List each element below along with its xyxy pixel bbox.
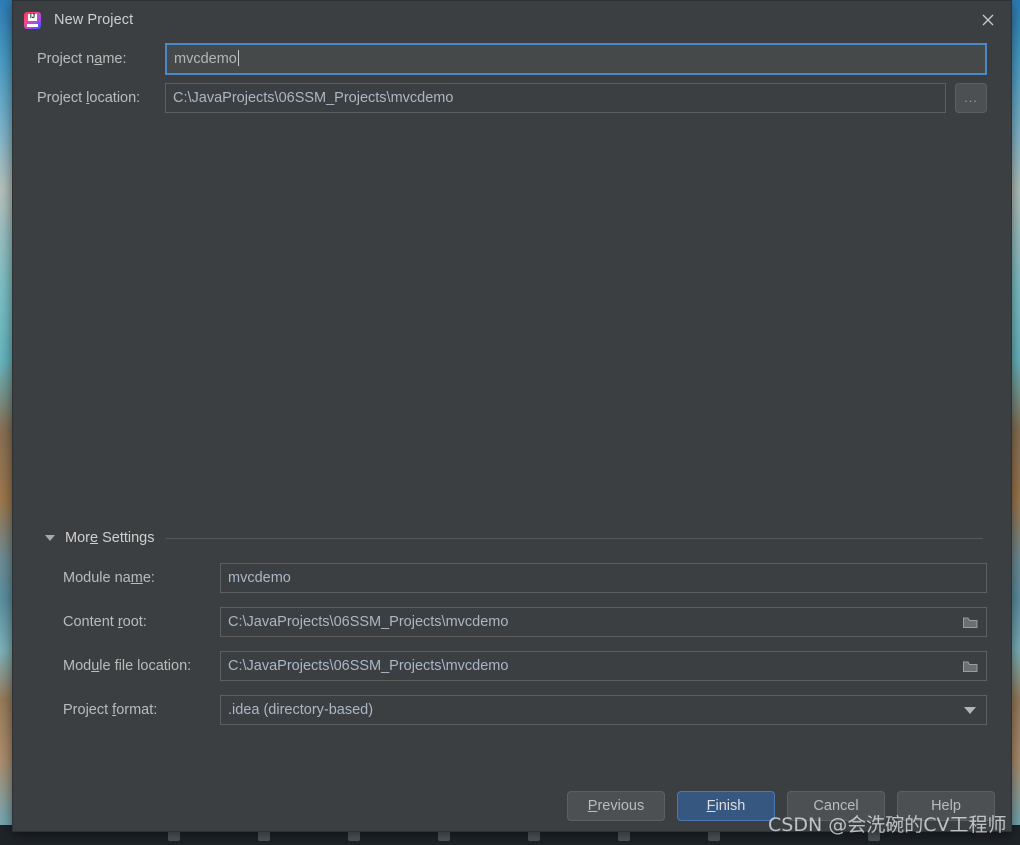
new-project-dialog: IJ New Project Project name: mvcdemo Pro… bbox=[12, 0, 1012, 832]
module-file-location-row: Module file location: C:\JavaProjects\06… bbox=[37, 651, 987, 681]
project-location-label: Project location: bbox=[37, 90, 141, 106]
ellipsis-icon: ... bbox=[964, 90, 978, 105]
project-format-value: .idea (directory-based) bbox=[228, 702, 374, 718]
module-name-row: Module name: mvcdemo bbox=[37, 563, 987, 593]
content-root-label: Content root: bbox=[63, 614, 147, 630]
content-root-value: C:\JavaProjects\06SSM_Projects\mvcdemo bbox=[228, 614, 509, 630]
app-icon-bar bbox=[27, 23, 38, 27]
more-settings-section: More Settings Module name: mvcdemo Conte… bbox=[13, 527, 1011, 725]
top-form: Project name: mvcdemo Project location: … bbox=[13, 39, 1011, 113]
triangle-down-icon bbox=[45, 535, 55, 541]
close-button[interactable] bbox=[965, 1, 1011, 39]
content-root-input[interactable]: C:\JavaProjects\06SSM_Projects\mvcdemo bbox=[220, 607, 987, 637]
finish-button[interactable]: Finish bbox=[677, 791, 775, 821]
module-name-input[interactable]: mvcdemo bbox=[220, 563, 987, 593]
dialog-button-bar: Previous Finish Cancel Help bbox=[567, 791, 995, 821]
more-settings-toggle[interactable]: More Settings bbox=[37, 527, 987, 549]
help-button[interactable]: Help bbox=[897, 791, 995, 821]
intellij-idea-icon: IJ bbox=[24, 11, 41, 29]
dialog-titlebar: IJ New Project bbox=[13, 1, 1011, 39]
browse-module-file-location-button[interactable] bbox=[955, 653, 985, 679]
folder-icon bbox=[962, 661, 977, 672]
module-file-location-value: C:\JavaProjects\06SSM_Projects\mvcdemo bbox=[228, 658, 509, 674]
screen: IJ New Project Project name: mvcdemo Pro… bbox=[0, 0, 1020, 845]
app-icon-letters: IJ bbox=[28, 13, 37, 21]
chevron-down-icon bbox=[964, 706, 976, 714]
project-location-row: Project location: C:\JavaProjects\06SSM_… bbox=[37, 83, 987, 113]
cancel-button[interactable]: Cancel bbox=[787, 791, 885, 821]
dialog-empty-area bbox=[13, 121, 1011, 527]
project-format-label: Project format: bbox=[63, 702, 158, 718]
more-settings-label: More Settings bbox=[65, 530, 155, 546]
browse-content-root-button[interactable] bbox=[955, 609, 985, 635]
previous-button[interactable]: Previous bbox=[567, 791, 665, 821]
text-caret bbox=[237, 50, 239, 66]
project-name-value: mvcdemo bbox=[174, 51, 237, 67]
section-separator bbox=[166, 537, 983, 539]
browse-location-button[interactable]: ... bbox=[955, 83, 987, 113]
folder-icon bbox=[962, 617, 977, 628]
project-name-label: Project name: bbox=[37, 51, 127, 67]
content-root-row: Content root: C:\JavaProjects\06SSM_Proj… bbox=[37, 607, 987, 637]
module-file-location-input[interactable]: C:\JavaProjects\06SSM_Projects\mvcdemo bbox=[220, 651, 987, 681]
project-format-dropdown-button[interactable] bbox=[955, 697, 985, 723]
project-name-row: Project name: mvcdemo bbox=[37, 43, 987, 75]
module-file-location-label: Module file location: bbox=[63, 658, 192, 674]
project-format-row: Project format: .idea (directory-based) bbox=[37, 695, 987, 725]
project-format-select[interactable]: .idea (directory-based) bbox=[220, 695, 987, 725]
project-location-input[interactable]: C:\JavaProjects\06SSM_Projects\mvcdemo bbox=[165, 83, 946, 113]
module-name-label: Module name: bbox=[63, 570, 155, 586]
project-name-input[interactable]: mvcdemo bbox=[165, 43, 987, 75]
window-title: New Project bbox=[54, 12, 134, 28]
close-icon bbox=[982, 14, 994, 26]
